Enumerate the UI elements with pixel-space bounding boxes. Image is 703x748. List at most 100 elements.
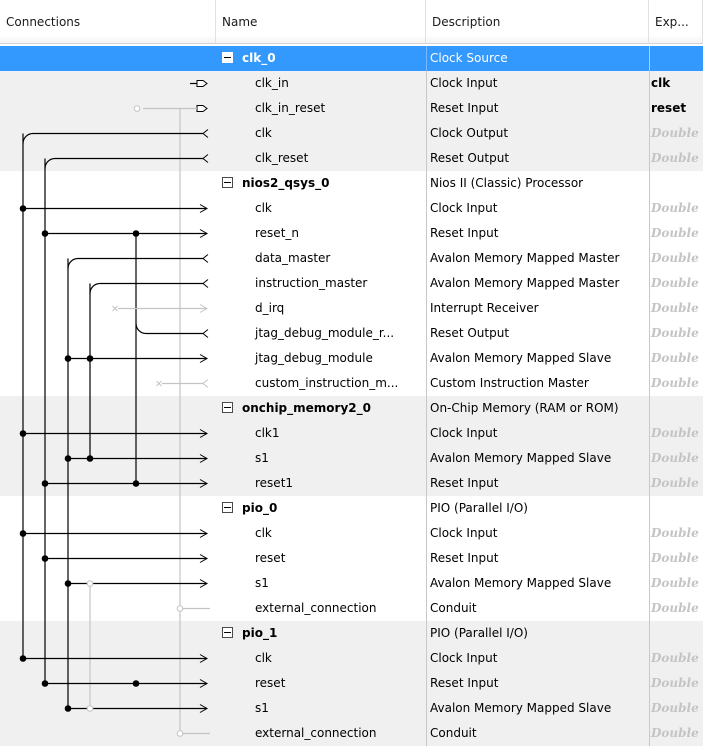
description-cell: Clock Input <box>426 71 638 96</box>
export-cell[interactable] <box>649 171 703 196</box>
header-description[interactable]: Description <box>426 0 649 44</box>
export-hint: Double <box>651 151 699 165</box>
export-cell[interactable] <box>649 621 703 646</box>
header-name[interactable]: Name <box>216 0 426 44</box>
export-cell[interactable] <box>649 396 703 421</box>
header-export[interactable]: Exp... <box>649 0 703 44</box>
interface-name: jtag_debug_module_r... <box>255 326 395 340</box>
export-in-icon <box>196 80 208 87</box>
connection-dot <box>41 680 49 687</box>
export-hint: Double <box>651 251 699 265</box>
description-cell: Clock Source <box>426 46 638 71</box>
export-cell[interactable]: Double <box>649 346 703 371</box>
description-cell: Clock Input <box>426 421 638 446</box>
export-hint: Double <box>651 376 699 390</box>
interface-name: external_connection <box>255 726 377 740</box>
connection-dot <box>19 430 27 437</box>
interface-name: clk <box>255 651 272 665</box>
description-cell: Nios II (Classic) Processor <box>426 171 638 196</box>
connection-dot <box>19 205 27 212</box>
description-cell: Custom Instruction Master <box>426 371 638 396</box>
connection-dot <box>64 455 72 462</box>
port-out-icon <box>202 379 209 388</box>
interface-name: external_connection <box>255 601 377 615</box>
export-cell[interactable]: Double <box>649 146 703 171</box>
connection-open-node <box>176 730 184 737</box>
connection-dot <box>132 680 140 687</box>
connections-graph[interactable] <box>0 0 216 748</box>
interface-name: clk <box>255 526 272 540</box>
export-cell[interactable]: Double <box>649 371 703 396</box>
export-cell[interactable]: Double <box>649 721 703 746</box>
export-cell[interactable]: Double <box>649 221 703 246</box>
interface-name: clk <box>255 201 272 215</box>
export-cell[interactable]: Double <box>649 321 703 346</box>
interface-name: s1 <box>255 451 269 465</box>
export-cell[interactable]: reset <box>649 96 703 121</box>
description-cell: Conduit <box>426 596 638 621</box>
port-out-icon <box>202 279 209 288</box>
connection-wire <box>22 132 203 144</box>
interface-name: clk_in <box>255 76 289 90</box>
interface-name: reset <box>255 676 286 690</box>
interface-name: d_irq <box>255 301 285 315</box>
connection-open-node <box>86 705 94 712</box>
export-hint: Double <box>651 726 699 740</box>
export-hint: Double <box>651 126 699 140</box>
connection-dot <box>64 705 72 712</box>
collapse-icon[interactable] <box>222 502 233 513</box>
export-cell[interactable]: clk <box>649 71 703 96</box>
export-cell[interactable]: Double <box>649 646 703 671</box>
export-hint: Double <box>651 226 699 240</box>
export-cell[interactable] <box>649 46 703 71</box>
export-hint: Double <box>651 276 699 290</box>
export-cell[interactable]: Double <box>649 471 703 496</box>
connection-wire <box>89 282 203 294</box>
export-hint: Double <box>651 426 699 440</box>
export-cell[interactable]: Double <box>649 546 703 571</box>
connection-open-node <box>176 605 184 612</box>
collapse-icon[interactable] <box>222 627 233 638</box>
description-cell: Avalon Memory Mapped Slave <box>426 571 638 596</box>
connection-dot <box>19 655 27 662</box>
collapse-icon[interactable] <box>222 52 233 63</box>
export-cell[interactable] <box>649 496 703 521</box>
component-name: pio_0 <box>242 501 278 515</box>
export-cell[interactable]: Double <box>649 196 703 221</box>
component-name: nios2_qsys_0 <box>242 176 330 190</box>
export-hint: Double <box>651 351 699 365</box>
export-cell[interactable]: Double <box>649 421 703 446</box>
interface-name: reset1 <box>255 476 294 490</box>
port-out-icon <box>202 254 209 263</box>
interface-name: custom_instruction_m... <box>255 376 399 390</box>
export-cell[interactable]: Double <box>649 271 703 296</box>
interface-name: s1 <box>255 701 269 715</box>
export-hint: Double <box>651 476 699 490</box>
export-cell[interactable]: Double <box>649 246 703 271</box>
export-cell[interactable]: Double <box>649 596 703 621</box>
connection-dot <box>64 355 72 362</box>
description-cell: Clock Input <box>426 196 638 221</box>
export-cell[interactable]: Double <box>649 671 703 696</box>
export-cell[interactable]: Double <box>649 296 703 321</box>
port-out-icon <box>202 154 209 163</box>
export-cell[interactable]: Double <box>649 121 703 146</box>
collapse-icon[interactable] <box>222 402 233 413</box>
export-cell[interactable]: Double <box>649 696 703 721</box>
description-cell: Reset Input <box>426 546 638 571</box>
export-name: reset <box>651 101 687 115</box>
export-cell[interactable]: Double <box>649 521 703 546</box>
export-cell[interactable]: Double <box>649 571 703 596</box>
export-name: clk <box>651 76 671 90</box>
system-contents-table: Connections Name Description Exp... clk_… <box>0 0 703 748</box>
interface-name: s1 <box>255 576 269 590</box>
description-cell: PIO (Parallel I/O) <box>426 496 638 521</box>
port-out-icon <box>202 329 209 338</box>
export-cell[interactable]: Double <box>649 446 703 471</box>
interface-name: reset <box>255 551 286 565</box>
description-cell: Avalon Memory Mapped Master <box>426 271 638 296</box>
interface-name: jtag_debug_module <box>255 351 373 365</box>
description-cell: Reset Input <box>426 96 638 121</box>
collapse-icon[interactable] <box>222 177 233 188</box>
description-cell: Interrupt Receiver <box>426 296 638 321</box>
